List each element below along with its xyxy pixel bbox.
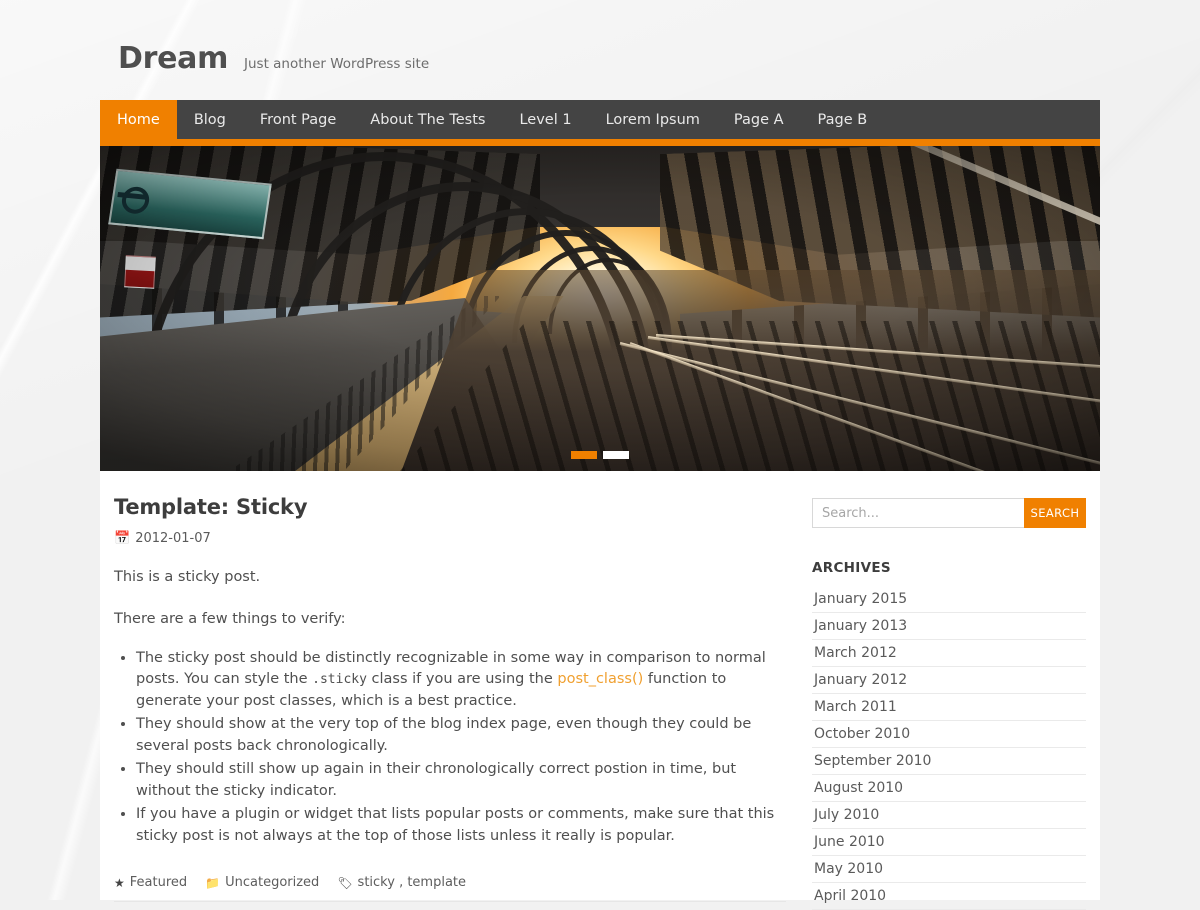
site-tagline: Just another WordPress site: [244, 56, 430, 72]
list-item: They should show at the very top of the …: [136, 714, 794, 757]
list-item: They should still show up again in their…: [136, 759, 794, 802]
list-item: If you have a plugin or widget that list…: [136, 804, 794, 847]
archive-item[interactable]: March 2012: [812, 640, 1086, 667]
nav-list: Home Blog Front Page About The Tests Lev…: [100, 100, 1100, 139]
post-title[interactable]: Template: Sticky: [114, 495, 794, 519]
page-root: Dream Just another WordPress site Home B…: [0, 0, 1200, 910]
archive-item[interactable]: September 2010: [812, 748, 1086, 775]
post-class-link[interactable]: post_class(): [557, 671, 643, 687]
site-header: Dream Just another WordPress site: [100, 0, 1100, 100]
nav-item-level-1[interactable]: Level 1: [502, 100, 588, 139]
bullet-1-code: .sticky: [312, 672, 367, 688]
meta-tags[interactable]: 🏷 sticky , template: [337, 875, 466, 890]
post-meta: ★ Featured 📁 Uncategorized 🏷 sticky , te…: [114, 875, 786, 903]
primary-navigation: Home Blog Front Page About The Tests Lev…: [100, 100, 1100, 146]
post-body: This is a sticky post. There are a few t…: [114, 567, 794, 847]
archive-item[interactable]: July 2010: [812, 802, 1086, 829]
calendar-icon: 📅: [114, 531, 131, 546]
nav-item-front-page[interactable]: Front Page: [243, 100, 353, 139]
archive-item[interactable]: January 2012: [812, 667, 1086, 694]
archive-item[interactable]: August 2010: [812, 775, 1086, 802]
archive-item[interactable]: January 2015: [812, 586, 1086, 613]
hero-slider[interactable]: [100, 146, 1100, 471]
archive-item[interactable]: April 2010: [812, 883, 1086, 910]
post-paragraph-2: There are a few things to verify:: [114, 611, 346, 628]
archives-list: January 2015 January 2013 March 2012 Jan…: [812, 586, 1086, 910]
post-date-text: 2012-01-07: [135, 531, 211, 546]
archive-item[interactable]: January 2013: [812, 613, 1086, 640]
archive-item[interactable]: May 2010: [812, 856, 1086, 883]
archive-item[interactable]: March 2011: [812, 694, 1086, 721]
archive-item[interactable]: June 2010: [812, 829, 1086, 856]
nav-item-about-the-tests[interactable]: About The Tests: [353, 100, 502, 139]
hero-pagination[interactable]: [571, 451, 629, 459]
archive-item[interactable]: October 2010: [812, 721, 1086, 748]
hero-pager-dot-2[interactable]: [603, 451, 629, 459]
post-date: 📅 2012-01-07: [114, 531, 794, 546]
meta-featured-label: Featured: [129, 875, 188, 891]
hero-image: [100, 146, 1100, 471]
archives-widget-title: ARCHIVES: [812, 560, 891, 576]
search-input[interactable]: [812, 498, 1024, 528]
hero-vignette: [100, 146, 1100, 471]
nav-item-blog[interactable]: Blog: [177, 100, 243, 139]
nav-item-home[interactable]: Home: [100, 100, 177, 139]
star-icon: ★: [114, 875, 125, 890]
nav-item-page-a[interactable]: Page A: [717, 100, 801, 139]
hero-pager-dot-1[interactable]: [571, 451, 597, 459]
bullet-1-part-2: class if you are using the: [366, 671, 558, 688]
post-paragraph-1: This is a sticky post.: [114, 569, 261, 585]
post-bullet-list: The sticky post should be distinctly rec…: [114, 648, 794, 847]
meta-featured: ★ Featured: [114, 875, 187, 890]
main-column: Template: Sticky 📅 2012-01-07 This is a …: [114, 495, 794, 903]
meta-category[interactable]: 📁 Uncategorized: [205, 875, 319, 890]
list-item: The sticky post should be distinctly rec…: [136, 648, 794, 712]
meta-tags-label[interactable]: sticky , template: [358, 875, 466, 890]
folder-icon: 📁: [205, 875, 221, 890]
tag-icon: 🏷: [337, 875, 353, 890]
content-area: Template: Sticky 📅 2012-01-07 This is a …: [100, 471, 1100, 910]
search-widget: SEARCH: [812, 498, 1086, 528]
search-button[interactable]: SEARCH: [1024, 498, 1086, 528]
nav-item-page-b[interactable]: Page B: [801, 100, 885, 139]
nav-accent-bar: [100, 139, 1100, 146]
nav-item-lorem-ipsum[interactable]: Lorem Ipsum: [589, 100, 717, 139]
sidebar: SEARCH ARCHIVES January 2015 January 201…: [812, 498, 1086, 910]
meta-category-label[interactable]: Uncategorized: [225, 875, 319, 890]
site-title[interactable]: Dream: [118, 41, 228, 76]
